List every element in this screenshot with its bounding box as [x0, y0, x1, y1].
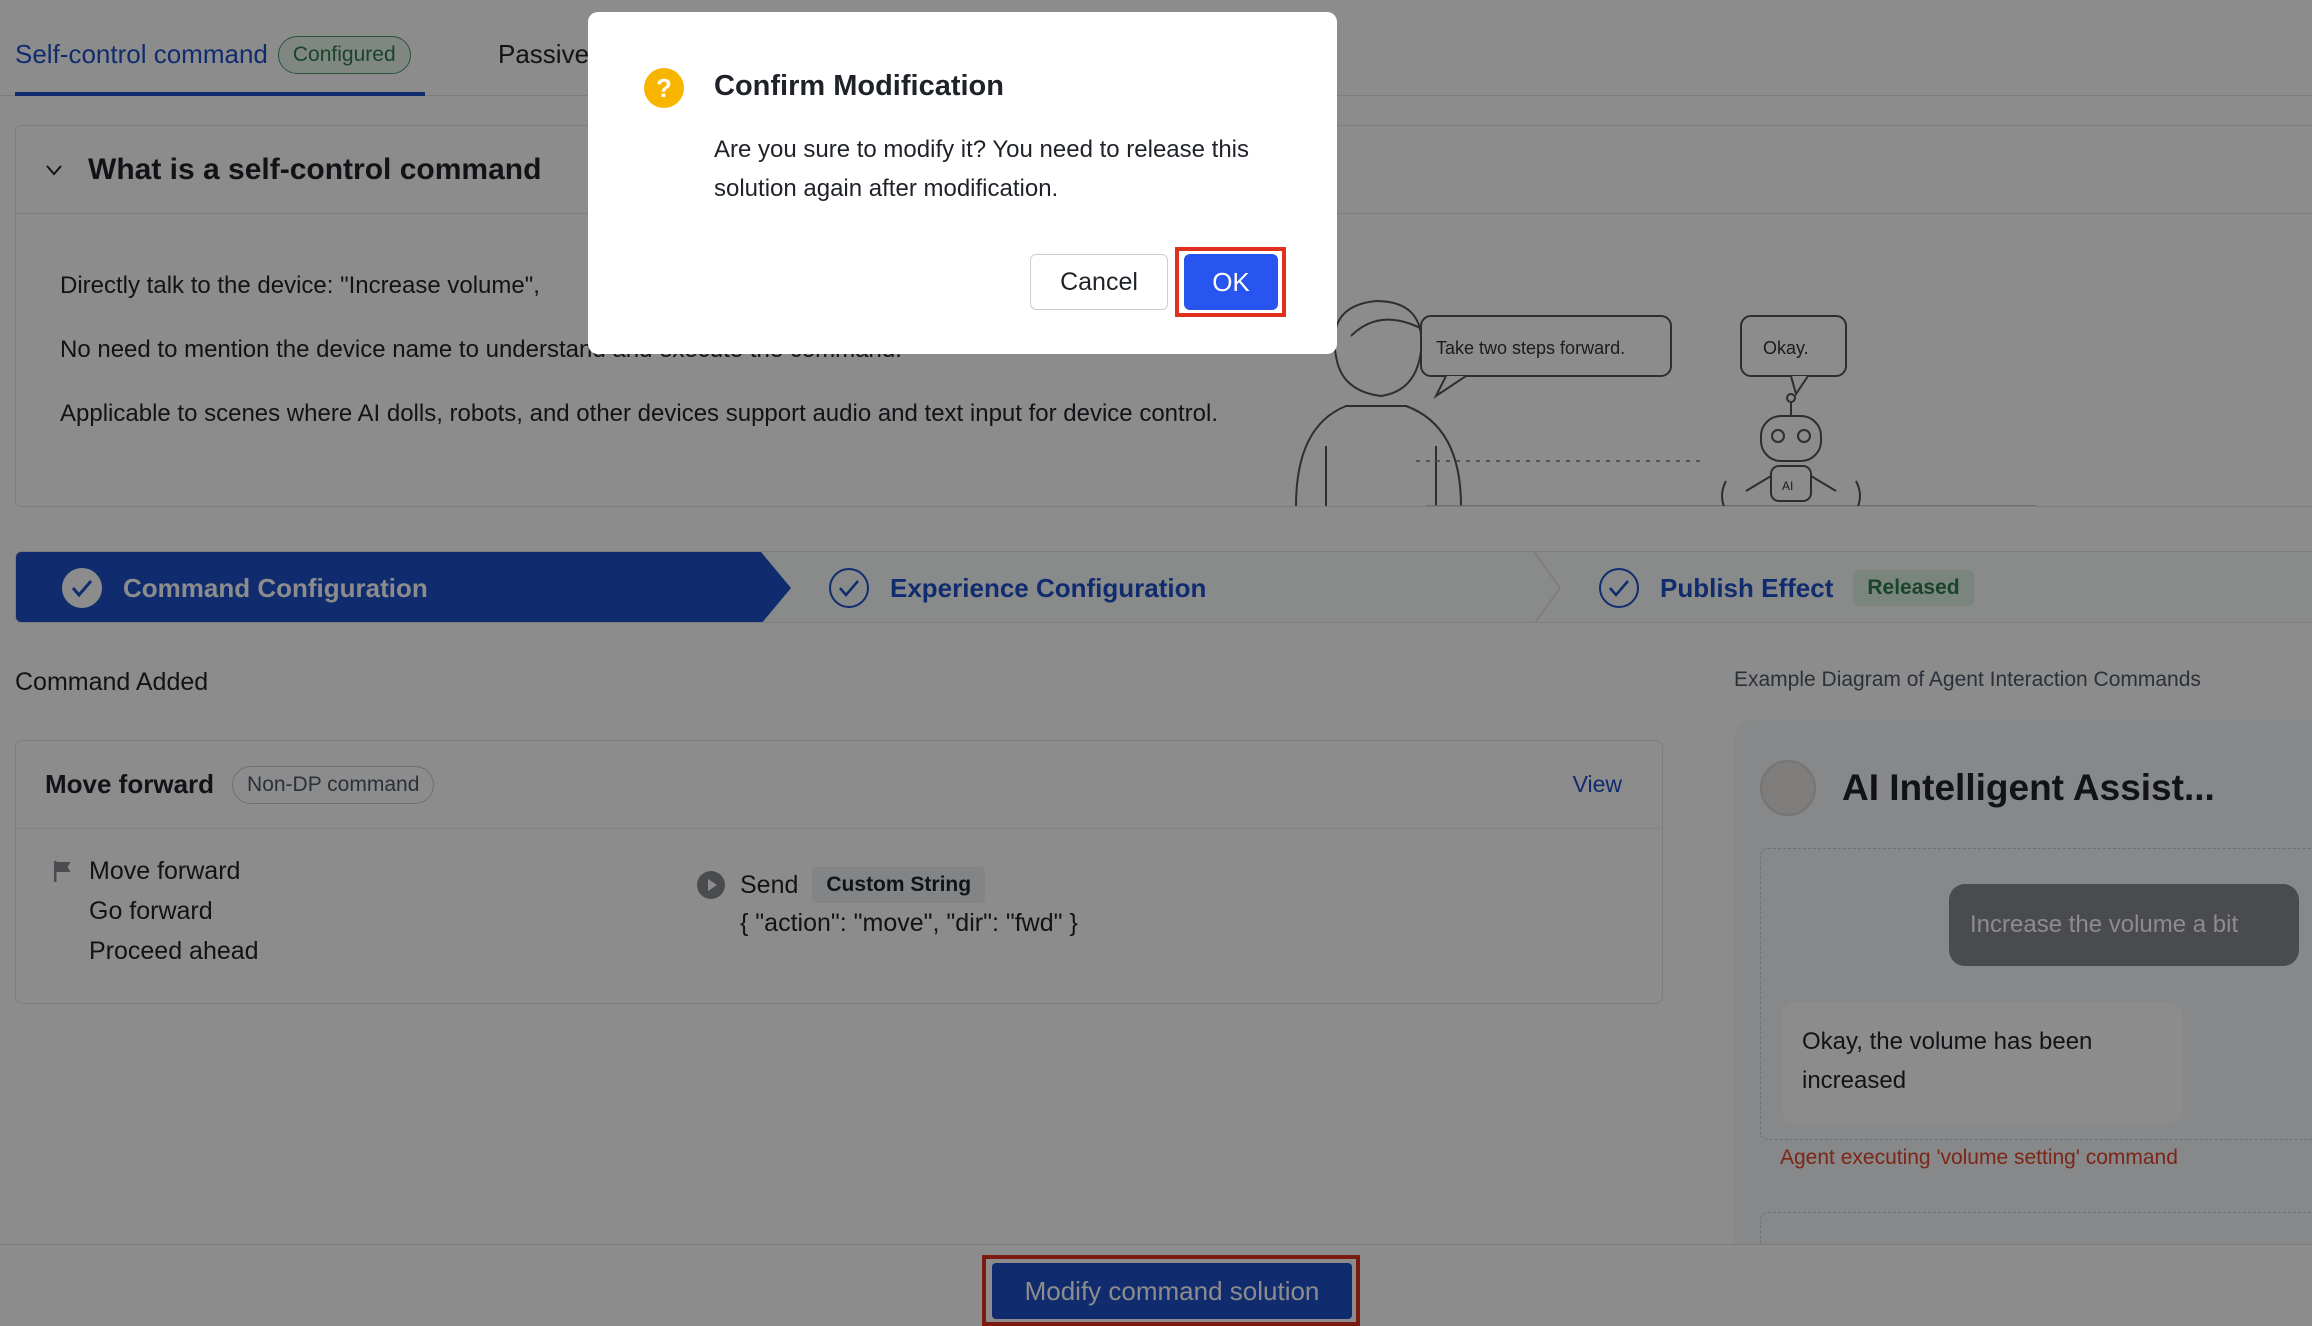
modal-title: Confirm Modification [714, 70, 1004, 102]
question-icon: ? [644, 68, 684, 108]
modal-message: Are you sure to modify it? You need to r… [714, 136, 1249, 202]
highlight-box-ok [1175, 247, 1286, 317]
confirm-modal: ? Confirm Modification Are you sure to m… [588, 12, 1337, 354]
cancel-button[interactable]: Cancel [1030, 254, 1168, 310]
